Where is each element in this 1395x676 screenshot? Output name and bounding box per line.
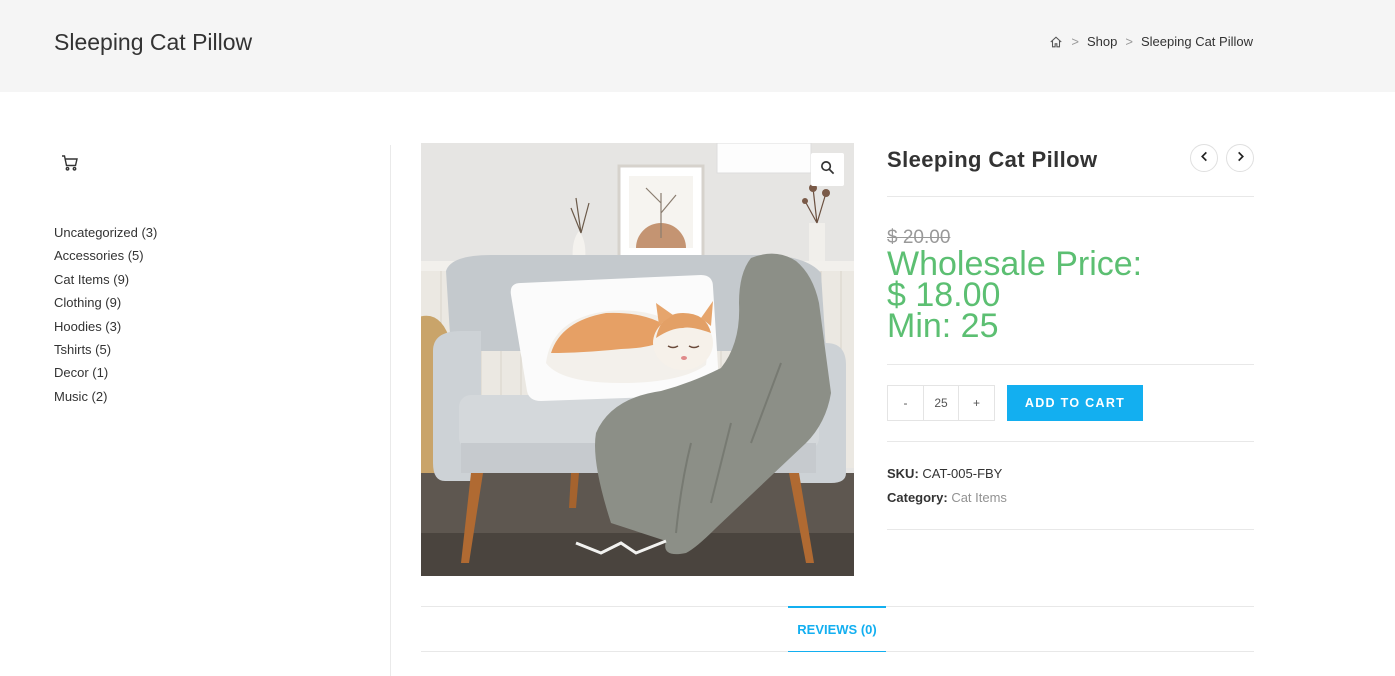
- category-item[interactable]: Tshirts (5): [54, 342, 157, 365]
- chevron-right-icon: [1235, 149, 1246, 167]
- product-title: Sleeping Cat Pillow: [887, 147, 1098, 172]
- chevron-left-icon: [1199, 149, 1210, 167]
- previous-product-button[interactable]: [1190, 144, 1218, 172]
- page-header: Sleeping Cat Pillow > Shop > Sleeping Ca…: [0, 0, 1395, 92]
- breadcrumb-current: Sleeping Cat Pillow: [1140, 34, 1253, 49]
- sku-row: SKU: CAT-005-FBY: [887, 466, 1002, 481]
- category-item[interactable]: Cat Items (9): [54, 272, 157, 295]
- breadcrumb-separator: >: [1071, 34, 1080, 49]
- zoom-button[interactable]: [811, 153, 844, 186]
- breadcrumb: > Shop > Sleeping Cat Pillow: [1049, 34, 1253, 49]
- category-item[interactable]: Accessories (5): [54, 248, 157, 271]
- page-title: Sleeping Cat Pillow: [54, 29, 253, 55]
- divider: [887, 441, 1254, 442]
- tab-reviews[interactable]: REVIEWS (0): [788, 606, 886, 652]
- next-product-button[interactable]: [1226, 144, 1254, 172]
- magnifier-icon: [820, 160, 835, 180]
- quantity-decrease-button[interactable]: -: [888, 386, 924, 420]
- sidebar-divider: [390, 145, 391, 676]
- quantity-stepper: - 25 +: [887, 385, 995, 421]
- category-item[interactable]: Uncategorized (3): [54, 225, 157, 248]
- cart-icon[interactable]: [61, 154, 79, 172]
- breadcrumb-separator: >: [1125, 34, 1133, 49]
- product-tabs: REVIEWS (0): [421, 606, 1254, 652]
- category-label: Category:: [887, 490, 948, 505]
- category-item[interactable]: Clothing (9): [54, 295, 157, 318]
- category-item[interactable]: Decor (1): [54, 365, 157, 388]
- category-item[interactable]: Hoodies (3): [54, 319, 157, 342]
- divider: [887, 529, 1254, 530]
- category-link[interactable]: Cat Items: [951, 490, 1007, 505]
- quantity-input[interactable]: 25: [924, 386, 959, 420]
- sku-label: SKU:: [887, 466, 919, 481]
- divider: [887, 364, 1254, 365]
- wholesale-minimum: Min: 25: [887, 307, 999, 345]
- sku-value: CAT-005-FBY: [922, 466, 1003, 481]
- category-row: Category: Cat Items: [887, 490, 1007, 505]
- divider: [887, 196, 1254, 197]
- quantity-increase-button[interactable]: +: [959, 386, 994, 420]
- category-list: Uncategorized (3) Accessories (5) Cat It…: [54, 225, 157, 412]
- breadcrumb-shop-link[interactable]: Shop: [1087, 34, 1117, 49]
- category-item[interactable]: Music (2): [54, 389, 157, 412]
- wholesale-price-block: Wholesale Price: $ 18.00 Min: 25: [887, 247, 1142, 345]
- home-icon[interactable]: [1049, 35, 1063, 49]
- product-image[interactable]: [421, 143, 854, 576]
- add-to-cart-button[interactable]: ADD TO CART: [1007, 385, 1143, 421]
